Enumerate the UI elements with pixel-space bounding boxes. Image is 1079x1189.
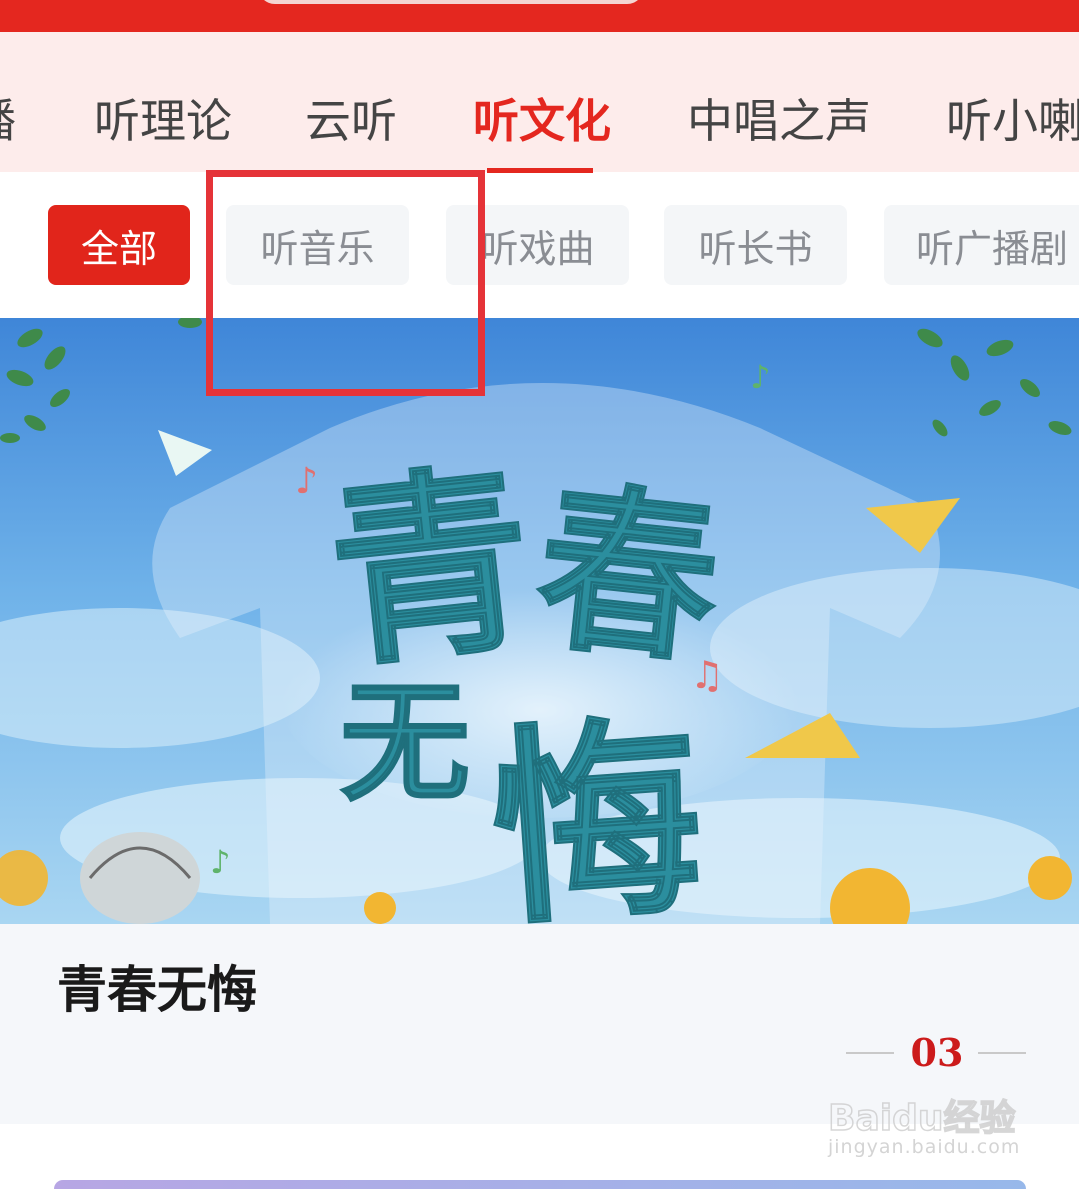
chip-listen-radio-drama[interactable]: 听广播剧: [884, 205, 1079, 285]
annotation-highlight-box: [206, 170, 485, 396]
next-card-preview[interactable]: [54, 1180, 1026, 1189]
tab-china-record-voice[interactable]: 中唱之声: [687, 98, 871, 144]
svg-text:♪: ♪: [210, 843, 230, 881]
active-tab-indicator: [487, 168, 593, 173]
page-indicator: 03: [846, 1030, 1026, 1076]
main-tab-bar: 播 听理论 云听 听文化 中唱之声 听小喇: [0, 32, 1079, 172]
page-number: 03: [910, 1030, 964, 1075]
tab-cloud-listen[interactable]: 云听: [305, 98, 397, 144]
watermark-url: jingyan.baidu.com: [828, 1136, 1021, 1158]
chip-listen-storytelling[interactable]: 听长书: [664, 205, 847, 285]
banner-char-2: 春: [528, 461, 729, 690]
banner-char-1: 青: [319, 441, 542, 696]
top-header: [0, 0, 1079, 32]
tab-listen-culture[interactable]: 听文化: [473, 98, 611, 144]
baidu-jingyan-watermark: Baidu经验 jingyan.baidu.com: [827, 1090, 1028, 1170]
svg-text:♪: ♪: [295, 461, 318, 502]
tab-listen-little-horn[interactable]: 听小喇: [946, 98, 1079, 144]
banner-char-3: 无: [340, 666, 470, 819]
tab-broadcast[interactable]: 播: [0, 98, 16, 144]
featured-banner[interactable]: ♪ ♫ ♪ ♪ 青 春 无 悔: [0, 318, 1079, 924]
chip-all[interactable]: 全部: [48, 205, 190, 285]
indicator-line-left: [846, 1052, 894, 1054]
card-title[interactable]: 青春无悔: [57, 950, 257, 1022]
svg-text:♪: ♪: [750, 358, 770, 396]
watermark-brand: Baidu经验: [828, 1098, 1015, 1138]
indicator-line-right: [978, 1052, 1026, 1054]
search-bar[interactable]: [258, 0, 644, 4]
banner-char-4: 悔: [483, 694, 710, 924]
baidu-logo-icon: Baidu经验: [827, 1097, 1016, 1140]
tab-listen-theory[interactable]: 听理论: [94, 98, 232, 144]
banner-artwork: ♪ ♫ ♪ ♪ 青 春 无 悔: [0, 318, 1079, 924]
